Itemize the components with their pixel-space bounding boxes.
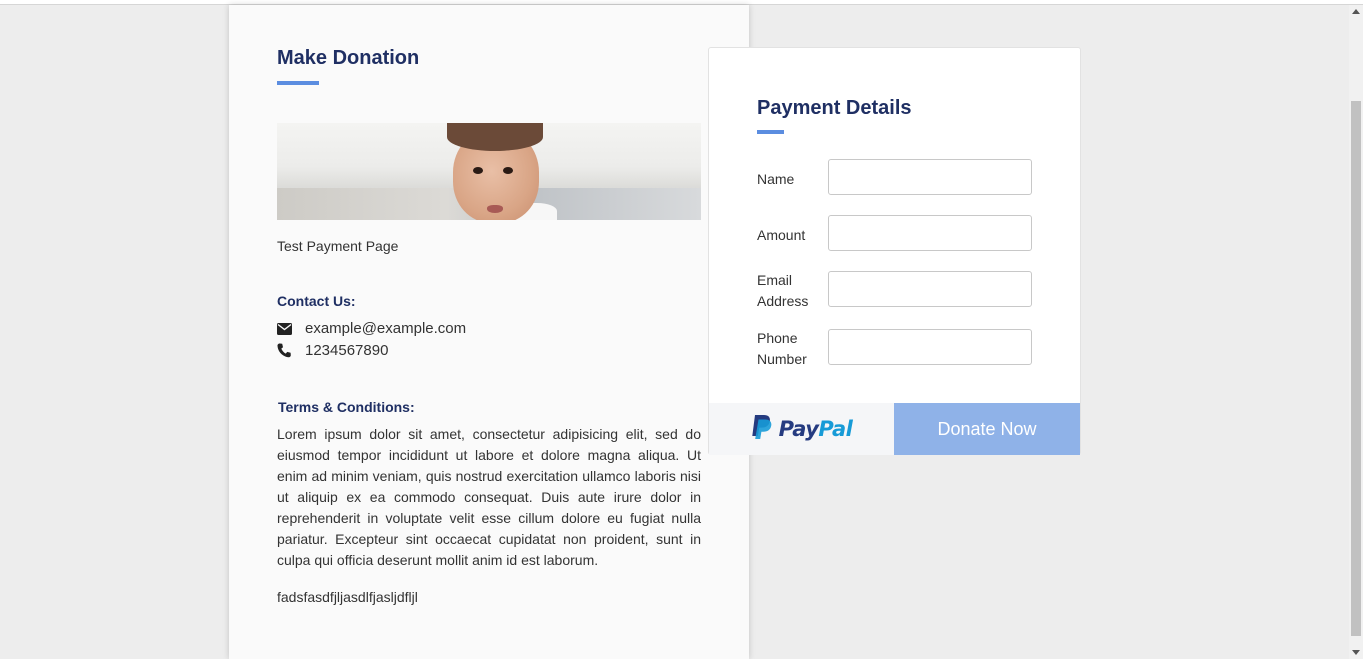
paypal-wordmark: PayPal: [778, 417, 853, 441]
contact-phone-row: 1234567890: [277, 342, 388, 359]
contact-email[interactable]: example@example.com: [305, 320, 466, 337]
page-description: Test Payment Page: [277, 238, 399, 254]
amount-label: Amount: [757, 227, 806, 243]
contact-phone[interactable]: 1234567890: [305, 342, 388, 359]
contact-email-row: example@example.com: [277, 320, 466, 337]
amount-input[interactable]: [828, 215, 1032, 251]
name-label: Name: [757, 171, 795, 187]
donate-now-button[interactable]: Donate Now: [894, 403, 1080, 455]
payment-details-title: Payment Details: [757, 97, 912, 119]
baby-banner-image: [277, 123, 701, 220]
title-accent-bar: [277, 81, 319, 85]
phone-number-label: Phone Number: [757, 330, 807, 367]
page-scrollbar[interactable]: [1349, 5, 1363, 659]
email-address-label: Email Address: [757, 272, 809, 309]
payment-action-bar: PayPal Donate Now: [709, 403, 1080, 455]
contact-us-heading: Contact Us:: [277, 293, 356, 309]
paypal-button[interactable]: PayPal: [709, 403, 894, 455]
name-input[interactable]: [828, 159, 1032, 195]
scroll-down-arrow-icon[interactable]: [1352, 650, 1360, 655]
payment-details-card: Payment Details Name Amount Email Addres…: [708, 47, 1081, 455]
make-donation-title: Make Donation: [277, 47, 420, 69]
scroll-up-arrow-icon[interactable]: [1352, 9, 1360, 14]
phone-number-input[interactable]: [828, 329, 1032, 365]
scroll-thumb[interactable]: [1351, 101, 1361, 636]
paypal-logo-icon: [751, 414, 773, 444]
extra-note: fadsfasdfjljasdlfjasljdfljl: [277, 589, 418, 605]
terms-text: Lorem ipsum dolor sit amet, consectetur …: [277, 426, 701, 568]
phone-icon: [277, 343, 305, 358]
payment-accent-bar: [757, 130, 784, 134]
terms-heading: Terms & Conditions:: [278, 399, 415, 415]
donation-info-card: Make Donation Test Payment Page Contact …: [229, 5, 749, 659]
email-address-input[interactable]: [828, 271, 1032, 307]
envelope-icon: [277, 322, 305, 335]
